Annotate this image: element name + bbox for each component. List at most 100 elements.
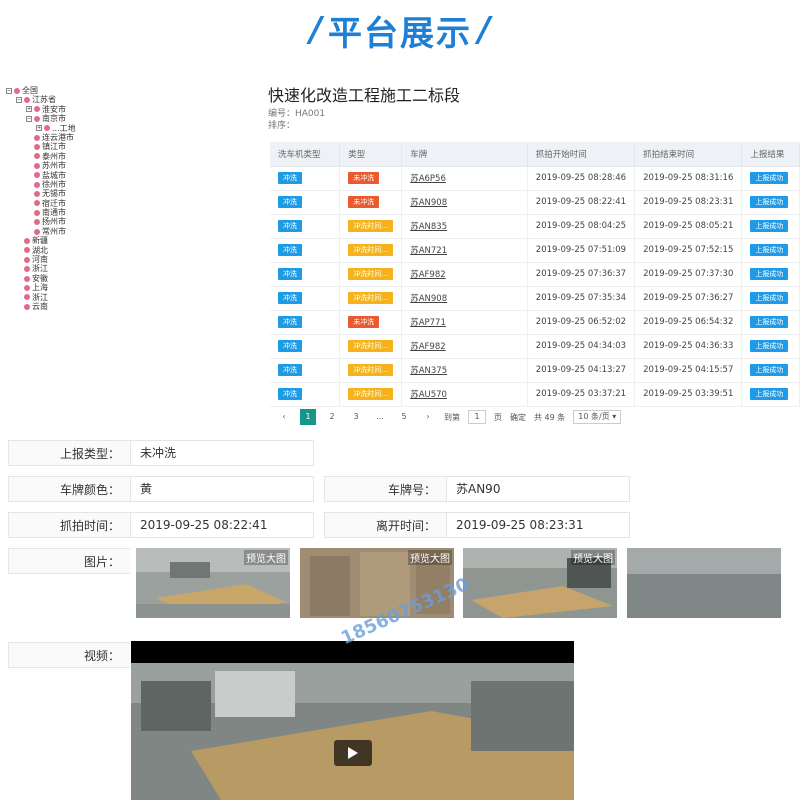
plate-link[interactable]: 苏AP771 (410, 318, 446, 328)
start-time-cell: 2019-09-25 04:13:27 (535, 365, 627, 375)
tree-node[interactable]: 泰州市 (6, 152, 156, 161)
report-result-badge: 上报成功 (750, 244, 789, 256)
col-start-time[interactable]: 抓拍开始时间 (527, 142, 636, 167)
plate-link[interactable]: 苏AN835 (410, 222, 447, 232)
tree-node[interactable]: + 淮安市 (6, 105, 156, 114)
report-result-badge: 上报成功 (750, 292, 789, 304)
play-icon (348, 747, 358, 759)
table-row[interactable]: 冲洗 未冲洗 苏AP771 2019-09-25 06:52:02 2019-09-25… (270, 310, 800, 335)
machine-type-tag: 冲洗 (278, 196, 302, 208)
tree-node[interactable]: 苏州市 (6, 161, 156, 170)
table-cell: 2019-09-25 08:31:16 (634, 166, 743, 191)
tree-toggle-icon[interactable]: + (26, 106, 32, 113)
capture-photo-1[interactable]: 预览大图 (136, 548, 290, 618)
video-player[interactable] (131, 641, 574, 800)
col-type[interactable]: 类型 (339, 142, 403, 167)
goto-page-input[interactable]: 1 (468, 410, 486, 424)
col-machine-type[interactable]: 洗车机类型 (270, 142, 341, 167)
tree-toggle-icon[interactable]: − (16, 97, 22, 104)
start-time-cell: 2019-09-25 07:35:34 (535, 293, 627, 303)
table-cell: 冲洗 (270, 334, 341, 359)
tree-toggle-icon[interactable]: + (36, 125, 42, 132)
preview-large-image-link-3[interactable]: 预览大图 (571, 550, 615, 565)
tree-toggle-icon[interactable]: − (26, 115, 32, 122)
tree-toggle-icon[interactable]: − (6, 87, 12, 94)
tree-node[interactable]: − 江苏省 (6, 95, 156, 104)
record-type-tag: 未冲洗 (348, 196, 380, 208)
plate-link[interactable]: 苏AF982 (410, 342, 445, 352)
plate-link[interactable]: 苏AU570 (410, 390, 447, 400)
page-5-button[interactable]: 5 (396, 409, 412, 425)
tree-node[interactable]: 无锡市 (6, 189, 156, 198)
preview-large-image-link-2[interactable]: 预览大图 (408, 550, 452, 565)
tree-node[interactable]: 上海 (6, 283, 156, 292)
tree-node-label: 泰州市 (42, 151, 66, 161)
plate-link[interactable]: 苏AN908 (410, 198, 447, 208)
tree-node[interactable]: 湖北 (6, 246, 156, 255)
col-result[interactable]: 上报结果 (741, 142, 800, 167)
report-result-badge: 上报成功 (750, 172, 789, 184)
table-row[interactable]: 冲洗 冲洗时间... 苏AU570 2019-09-25 03:37:21 2019-0… (270, 382, 800, 407)
table-row[interactable]: 冲洗 未冲洗 苏A6P56 2019-09-25 08:28:46 2019-09-25… (270, 166, 800, 191)
tree-node-label: 上海 (32, 283, 48, 293)
location-icon (34, 153, 40, 160)
page-2-button[interactable]: 2 (324, 409, 340, 425)
table-cell: 2019-09-25 07:37:30 (634, 262, 743, 287)
plate-link[interactable]: 苏AF982 (410, 270, 445, 280)
tree-node[interactable]: 河南 (6, 255, 156, 264)
goto-confirm-button[interactable]: 确定 (510, 412, 526, 423)
tree-node[interactable]: 浙江 (6, 264, 156, 273)
video-play-button[interactable] (334, 740, 372, 766)
tree-node[interactable]: 盐城市 (6, 171, 156, 180)
table-cell: 苏AN375 (401, 358, 528, 383)
table-cell: 冲洗时间... (339, 382, 403, 407)
table-row[interactable]: 冲洗 冲洗时间... 苏AF982 2019-09-25 07:36:37 2019-0… (270, 262, 800, 287)
location-icon (24, 247, 30, 254)
table-cell: 苏AN908 (401, 286, 528, 311)
tree-node[interactable]: 连云港市 (6, 133, 156, 142)
location-icon (34, 172, 40, 179)
tree-node[interactable]: 云南 (6, 302, 156, 311)
table-row[interactable]: 冲洗 冲洗时间... 苏AN908 2019-09-25 07:35:34 2019-0… (270, 286, 800, 311)
preview-large-image-link-1[interactable]: 预览大图 (244, 550, 288, 565)
tree-node[interactable]: 安徽 (6, 274, 156, 283)
table-row[interactable]: 冲洗 冲洗时间... 苏AN835 2019-09-25 08:04:25 2019-0… (270, 214, 800, 239)
col-end-time[interactable]: 抓拍结束时间 (634, 142, 743, 167)
tree-node[interactable]: 徐州市 (6, 180, 156, 189)
table-row[interactable]: 冲洗 冲洗时间... 苏AN375 2019-09-25 04:13:27 2019-0… (270, 358, 800, 383)
page-unit-label: 页 (494, 412, 502, 422)
page-1-button[interactable]: 1 (300, 409, 316, 425)
tree-node[interactable]: 镇江市 (6, 142, 156, 151)
location-icon (34, 144, 40, 151)
plate-link[interactable]: 苏AN908 (410, 294, 447, 304)
capture-photo-3[interactable]: 预览大图 (463, 548, 617, 618)
tree-node[interactable]: 常州市 (6, 227, 156, 236)
table-row[interactable]: 冲洗 未冲洗 苏AN908 2019-09-25 08:22:41 2019-09-25… (270, 190, 800, 215)
tree-node[interactable]: 南通市 (6, 208, 156, 217)
tree-node-label: 连云港市 (42, 132, 74, 142)
table-cell: 2019-09-25 07:36:37 (527, 262, 636, 287)
next-page-button[interactable]: › (420, 409, 436, 425)
tree-node[interactable]: − 全国 (6, 86, 156, 95)
page-3-button[interactable]: 3 (348, 409, 364, 425)
tree-node[interactable]: 新疆 (6, 236, 156, 245)
tree-node[interactable]: − 南京市 (6, 114, 156, 123)
start-time-cell: 2019-09-25 08:22:41 (535, 197, 627, 207)
record-type-tag: 冲洗时间... (348, 364, 393, 376)
tree-node[interactable]: + ...工地 (6, 124, 156, 133)
col-plate[interactable]: 车牌 (401, 142, 528, 167)
table-cell: 上报成功 (741, 334, 800, 359)
prev-page-button[interactable]: ‹ (276, 409, 292, 425)
page-size-select[interactable]: 10 条/页 ▾ (573, 410, 622, 424)
banner-slash-right: / (478, 10, 491, 50)
capture-photo-4[interactable] (627, 548, 781, 618)
plate-link[interactable]: 苏AN375 (410, 366, 447, 376)
tree-node[interactable]: 宿迁市 (6, 199, 156, 208)
tree-node[interactable]: 浙江 (6, 293, 156, 302)
tree-node[interactable]: 扬州市 (6, 217, 156, 226)
table-row[interactable]: 冲洗 冲洗时间... 苏AF982 2019-09-25 04:34:03 2019-0… (270, 334, 800, 359)
page-ellipsis: ... (376, 412, 384, 421)
table-row[interactable]: 冲洗 冲洗时间... 苏AN721 2019-09-25 07:51:09 2019-0… (270, 238, 800, 263)
plate-link[interactable]: 苏AN721 (410, 246, 447, 256)
plate-link[interactable]: 苏A6P56 (410, 174, 446, 184)
